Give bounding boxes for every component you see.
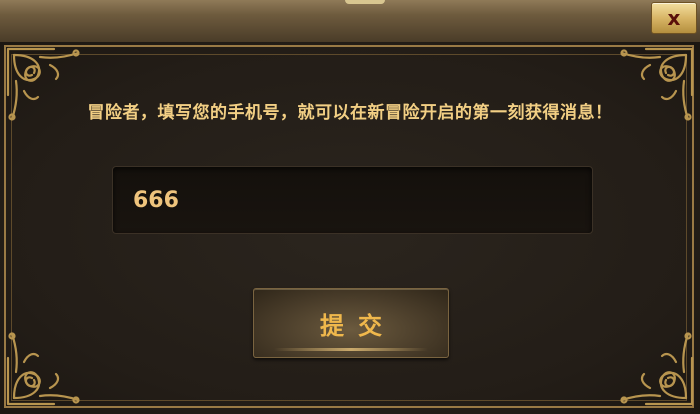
phone-number-input[interactable] [112, 166, 593, 234]
phone-signup-dialog: x 冒险者，填写您的手机号，就可以在新冒险开启的第一刻获得消息！ 666 提交 [0, 0, 700, 414]
submit-button[interactable]: 提交 [253, 288, 449, 358]
title-bar-ornament [345, 0, 385, 4]
title-bar: x [0, 0, 700, 43]
submit-button-glow [274, 348, 428, 351]
submit-button-label: 提交 [320, 311, 396, 340]
ornament-corner-bottom-left-icon [4, 298, 114, 408]
ornament-corner-bottom-right-icon [586, 298, 696, 408]
signup-message: 冒险者，填写您的手机号，就可以在新冒险开启的第一刻获得消息！ [87, 103, 613, 123]
close-button[interactable]: x [651, 2, 697, 34]
close-icon: x [667, 6, 681, 30]
